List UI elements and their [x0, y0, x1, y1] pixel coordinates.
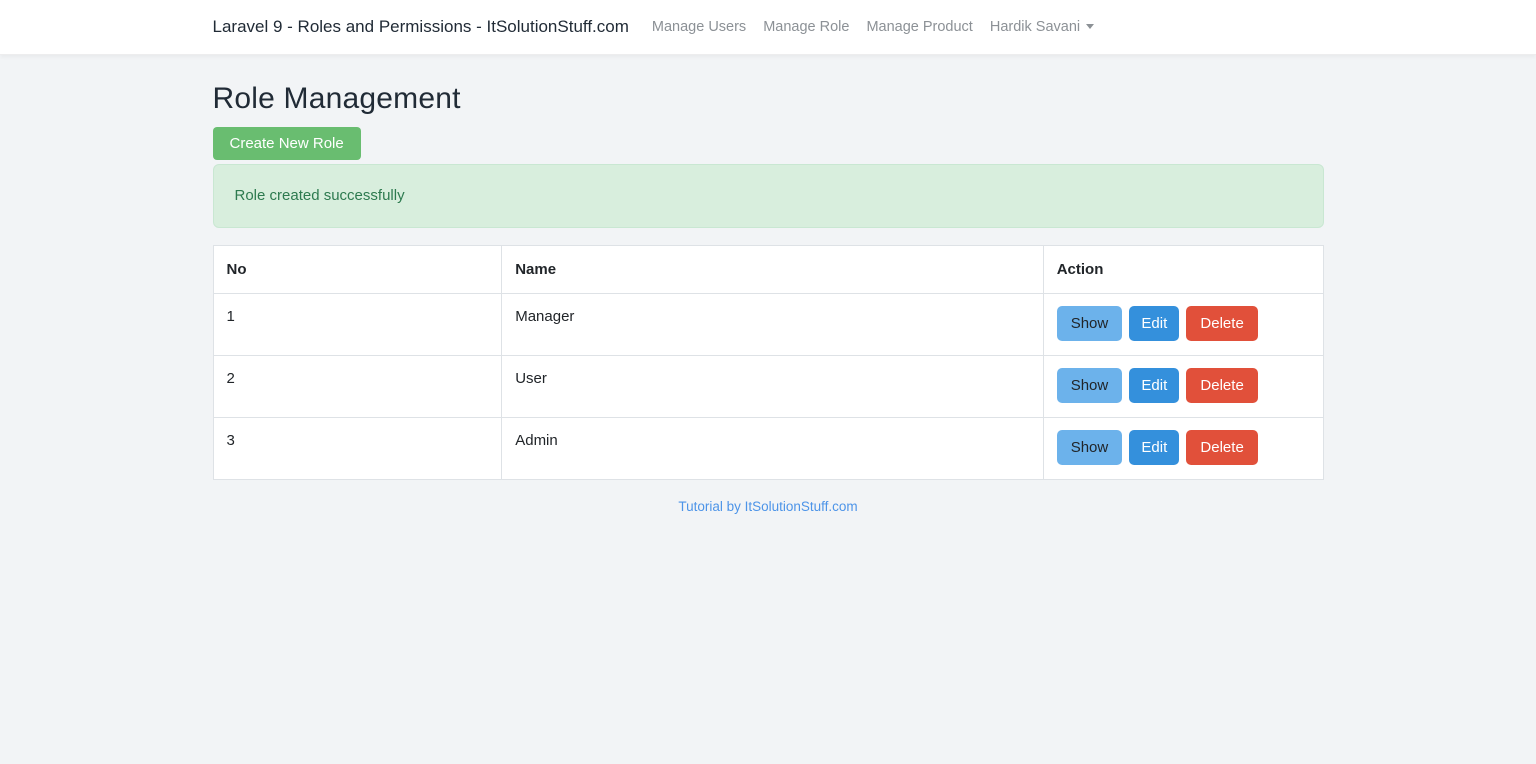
table-header-row: No Name Action: [213, 246, 1323, 294]
success-alert-message: Role created successfully: [235, 187, 405, 204]
footer-tutorial-link[interactable]: Tutorial by ItSolutionStuff.com: [213, 499, 1324, 514]
success-alert: Role created successfully: [213, 164, 1324, 228]
delete-button[interactable]: Delete: [1186, 430, 1257, 465]
cell-actions: Show Edit Delete: [1043, 356, 1323, 418]
cell-name: Manager: [502, 294, 1043, 356]
column-header-name: Name: [502, 246, 1043, 294]
delete-button[interactable]: Delete: [1186, 368, 1257, 403]
navbar-brand[interactable]: Laravel 9 - Roles and Permissions - ItSo…: [213, 17, 629, 37]
column-header-action: Action: [1043, 246, 1323, 294]
table-row: 2 User Show Edit Delete: [213, 356, 1323, 418]
cell-name: Admin: [502, 418, 1043, 480]
cell-no: 1: [213, 294, 502, 356]
create-new-role-button[interactable]: Create New Role: [213, 127, 361, 160]
edit-button[interactable]: Edit: [1129, 430, 1179, 465]
cell-no: 3: [213, 418, 502, 480]
nav-link-manage-role[interactable]: Manage Role: [763, 19, 849, 35]
cell-actions: Show Edit Delete: [1043, 294, 1323, 356]
delete-button[interactable]: Delete: [1186, 306, 1257, 341]
nav-links: Manage Users Manage Role Manage Product …: [652, 19, 1094, 35]
roles-table: No Name Action 1 Manager Show Edit Delet…: [213, 245, 1324, 480]
edit-button[interactable]: Edit: [1129, 306, 1179, 341]
cell-name: User: [502, 356, 1043, 418]
column-header-no: No: [213, 246, 502, 294]
table-row: 3 Admin Show Edit Delete: [213, 418, 1323, 480]
table-row: 1 Manager Show Edit Delete: [213, 294, 1323, 356]
show-button[interactable]: Show: [1057, 306, 1123, 341]
show-button[interactable]: Show: [1057, 430, 1123, 465]
caret-down-icon: [1086, 24, 1094, 29]
page-title: Role Management: [213, 82, 1324, 116]
edit-button[interactable]: Edit: [1129, 368, 1179, 403]
nav-link-manage-users[interactable]: Manage Users: [652, 19, 746, 35]
user-menu-label: Hardik Savani: [990, 19, 1080, 35]
user-menu-dropdown[interactable]: Hardik Savani: [990, 19, 1094, 35]
cell-actions: Show Edit Delete: [1043, 418, 1323, 480]
main-content: Role Management Create New Role Role cre…: [213, 55, 1324, 514]
navbar: Laravel 9 - Roles and Permissions - ItSo…: [0, 0, 1536, 55]
cell-no: 2: [213, 356, 502, 418]
nav-link-manage-product[interactable]: Manage Product: [866, 19, 972, 35]
show-button[interactable]: Show: [1057, 368, 1123, 403]
